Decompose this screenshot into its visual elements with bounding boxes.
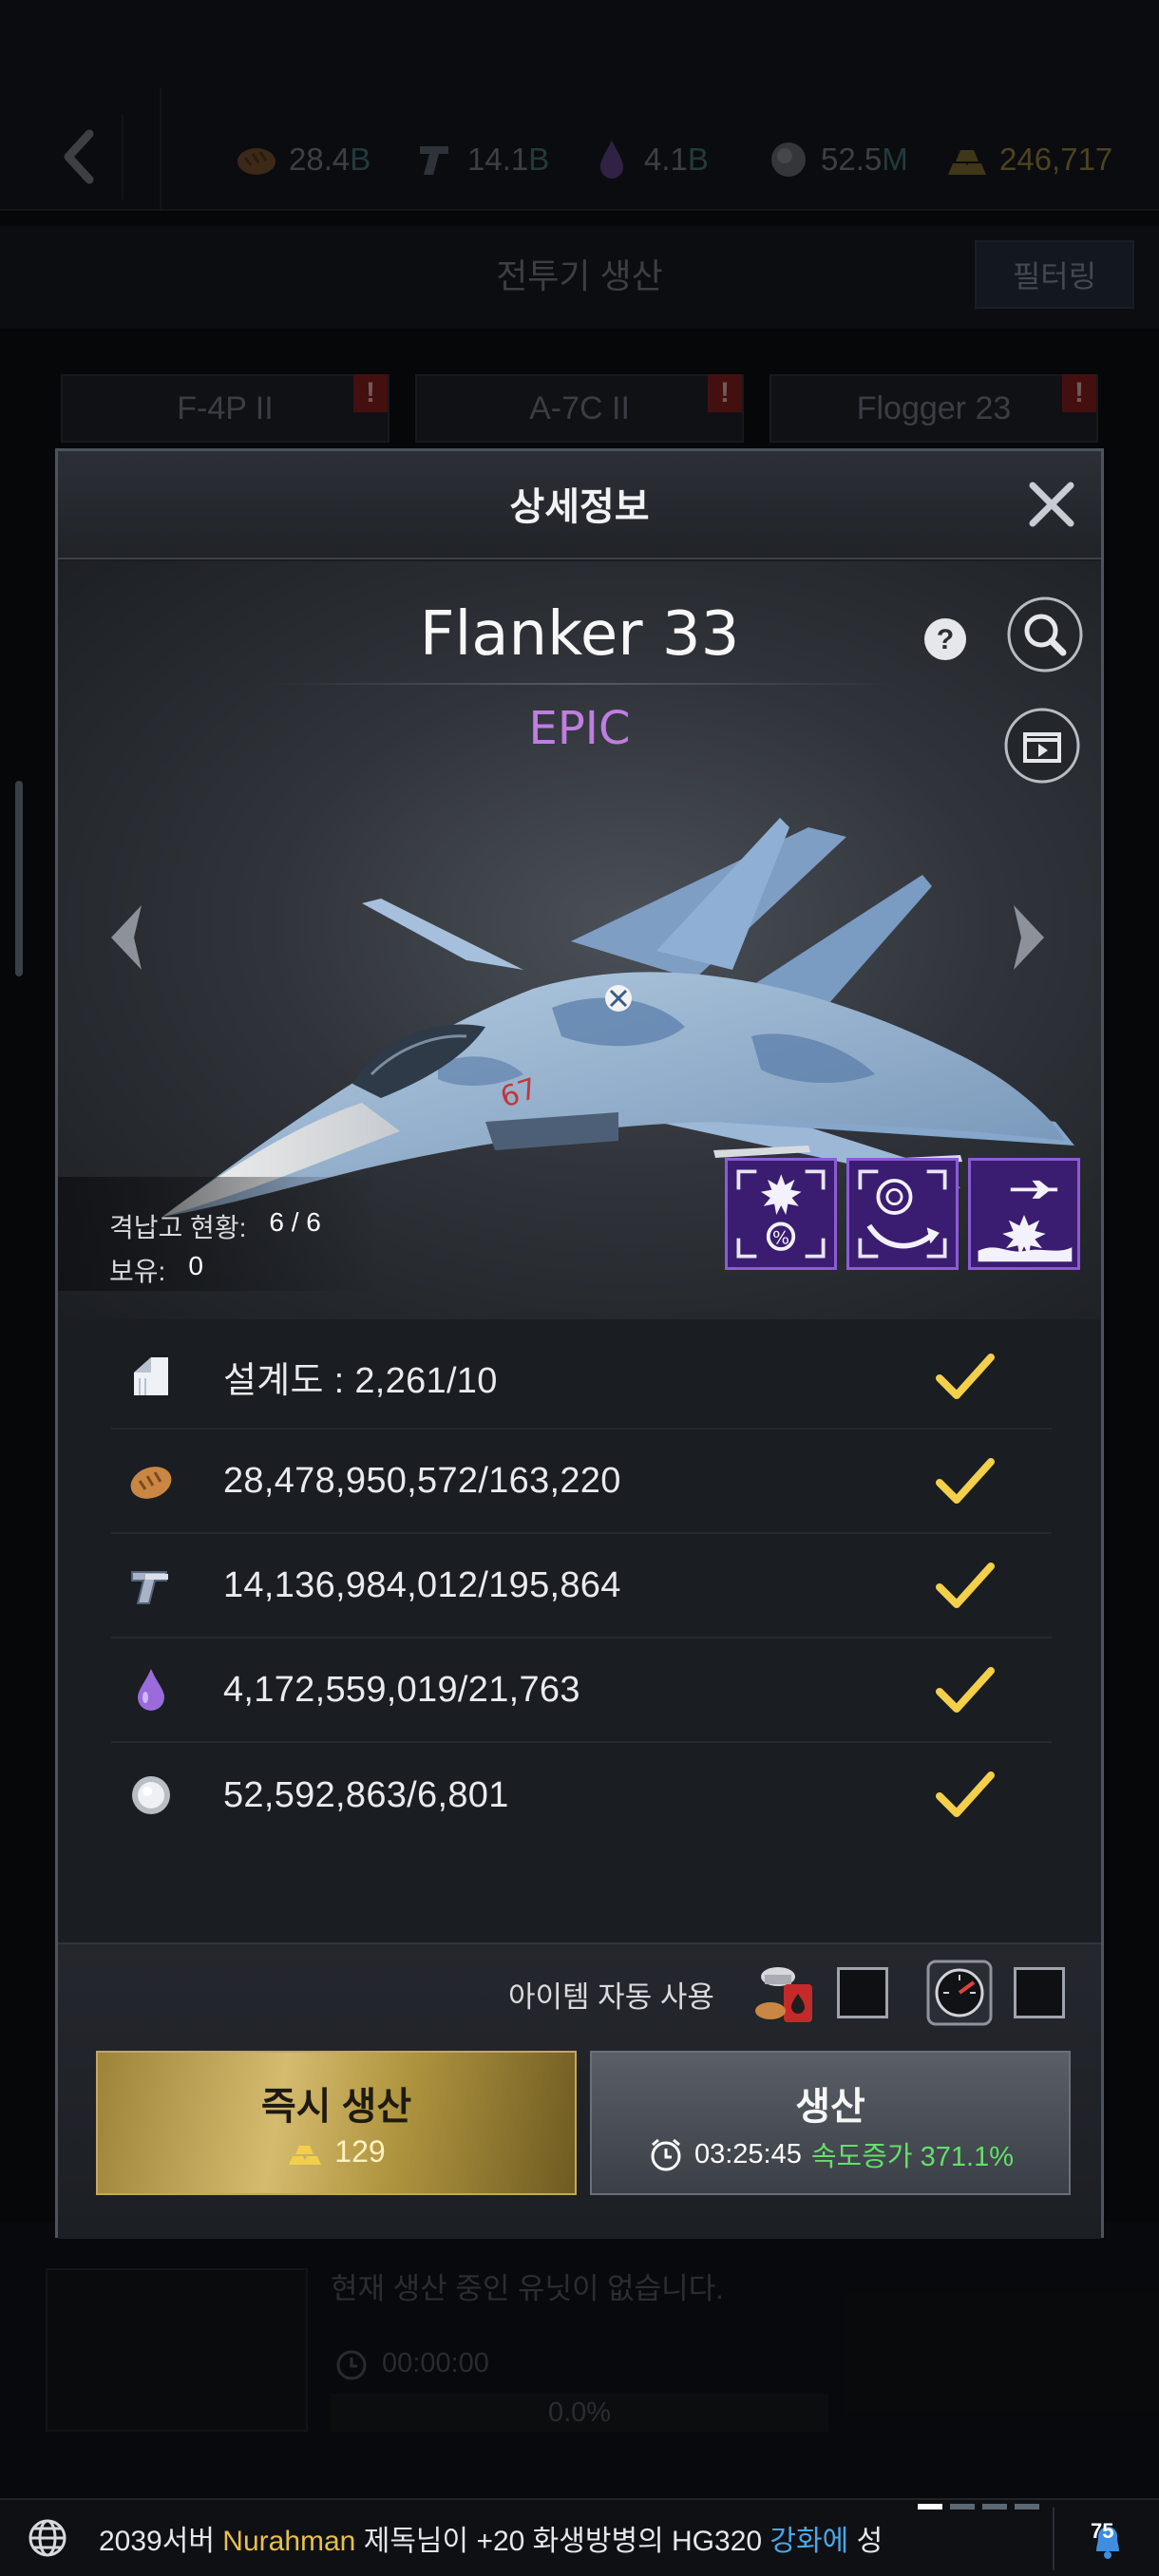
checkmark-icon [936,1771,995,1817]
requirement-row: 52,592,863/6,801 [111,1743,1052,1847]
bread-icon [130,1467,172,1499]
requirement-text: 28,478,950,572/163,220 [223,1460,621,1501]
requirement-row: 4,172,559,019/21,763 [111,1638,1052,1743]
air-strike-skill-icon [978,1180,1073,1262]
requirement-text: 4,172,559,019/21,763 [223,1669,580,1710]
hangar-value: 6 / 6 [269,1207,321,1237]
checkmark-icon [936,1667,995,1713]
globe-icon[interactable] [27,2517,68,2559]
checkmark-icon [936,1458,995,1504]
speed-gauge-item-icon [926,1960,993,2026]
ticker-suffix: 성 [856,2526,884,2557]
owned-value: 0 [188,1251,203,1280]
skill-slot-3[interactable] [968,1158,1080,1270]
requirement-row: 14,136,984,012/195,864 [111,1534,1052,1638]
modal-title: 상세정보 [509,486,650,528]
produce-timer: 03:25:45 속도증가 371.1% [592,2134,1069,2174]
requirement-text: 14,136,984,012/195,864 [223,1564,621,1605]
close-icon[interactable] [1023,476,1080,533]
unit-preview: Flanker 33 EPIC ? 67 격납고 현황: 6 / 6 보유: 0… [58,561,1101,1319]
instant-cost-value: 129 [334,2134,386,2169]
produce-time: 03:25:45 [694,2138,802,2169]
instant-produce-button[interactable]: 즉시 생산 129 [96,2051,577,2195]
notification-count: 75 [1091,2519,1114,2543]
divider [267,683,894,685]
magnifier-icon[interactable] [1006,596,1084,673]
requirements-list: 설계도 : 2,261/10 28,478,950,572/163,220 14… [111,1325,1052,1847]
gold-bars-icon [289,2145,322,2165]
svg-text:%: % [772,1227,789,1248]
modal-header: 상세정보 [58,451,1101,559]
alarm-clock-icon [651,2138,681,2171]
produce-label: 생산 [795,2086,865,2128]
hangar-status: 격납고 현황: 6 / 6 [109,1207,321,1245]
checkmark-icon [936,1563,995,1608]
skill-slot-1[interactable]: % [725,1158,837,1270]
help-icon[interactable]: ? [922,616,968,662]
radar-evade-skill-icon [858,1169,947,1259]
blueprint-icon [134,1357,168,1395]
auto-use-label: 아이템 자동 사용 [508,1980,714,2014]
checkmark-icon [936,1354,995,1399]
detail-modal: 상세정보 Flanker 33 EPIC ? 67 격납고 현황: 6 / 6 … [55,448,1104,2239]
auto-use-speed-checkbox[interactable] [1014,1967,1065,2018]
requirement-text: 설계도 : 2,261/10 [223,1360,498,1401]
scroll-indicator [15,781,23,976]
instant-produce-label: 즉시 생산 [260,2086,412,2128]
ticker-message: 2039서버 Nurahman 제독님이 +20 화생방병의 HG320 강화에… [99,2517,883,2559]
produce-button[interactable]: 생산 03:25:45 속도증가 371.1% [590,2051,1071,2195]
ticker-highlight: 강화에 [770,2526,849,2557]
ticker-player: Nurahman [222,2526,356,2557]
explosion-discount-skill-icon: % [736,1169,826,1259]
speed-boost-text: 속도증가 371.1% [810,2142,1015,2172]
steel-beam-icon [131,1571,168,1604]
supply-item-icon [755,1967,812,2022]
requirement-row: 28,478,950,572/163,220 [111,1430,1052,1534]
ticker-server: 2039서버 [99,2526,215,2557]
hangar-label: 격납고 현황: [109,1213,247,1242]
svg-text:?: ? [937,624,954,655]
divider [1053,2508,1054,2570]
owned-label: 보유: [109,1257,166,1286]
oil-drop-icon [138,1669,164,1711]
instant-produce-cost: 129 [98,2134,575,2169]
mineral-orb-icon [132,1776,170,1814]
auto-use-supply-checkbox[interactable] [837,1967,888,2018]
skill-slot-2[interactable] [846,1158,959,1270]
requirement-text: 52,592,863/6,801 [223,1774,509,1815]
requirement-row: 설계도 : 2,261/10 [111,1325,1052,1430]
ticker-body: 제독님이 +20 화생방병의 HG320 [363,2526,763,2557]
ticker-page-dots [918,2504,1039,2510]
owned-count: 보유: 0 [109,1251,203,1289]
